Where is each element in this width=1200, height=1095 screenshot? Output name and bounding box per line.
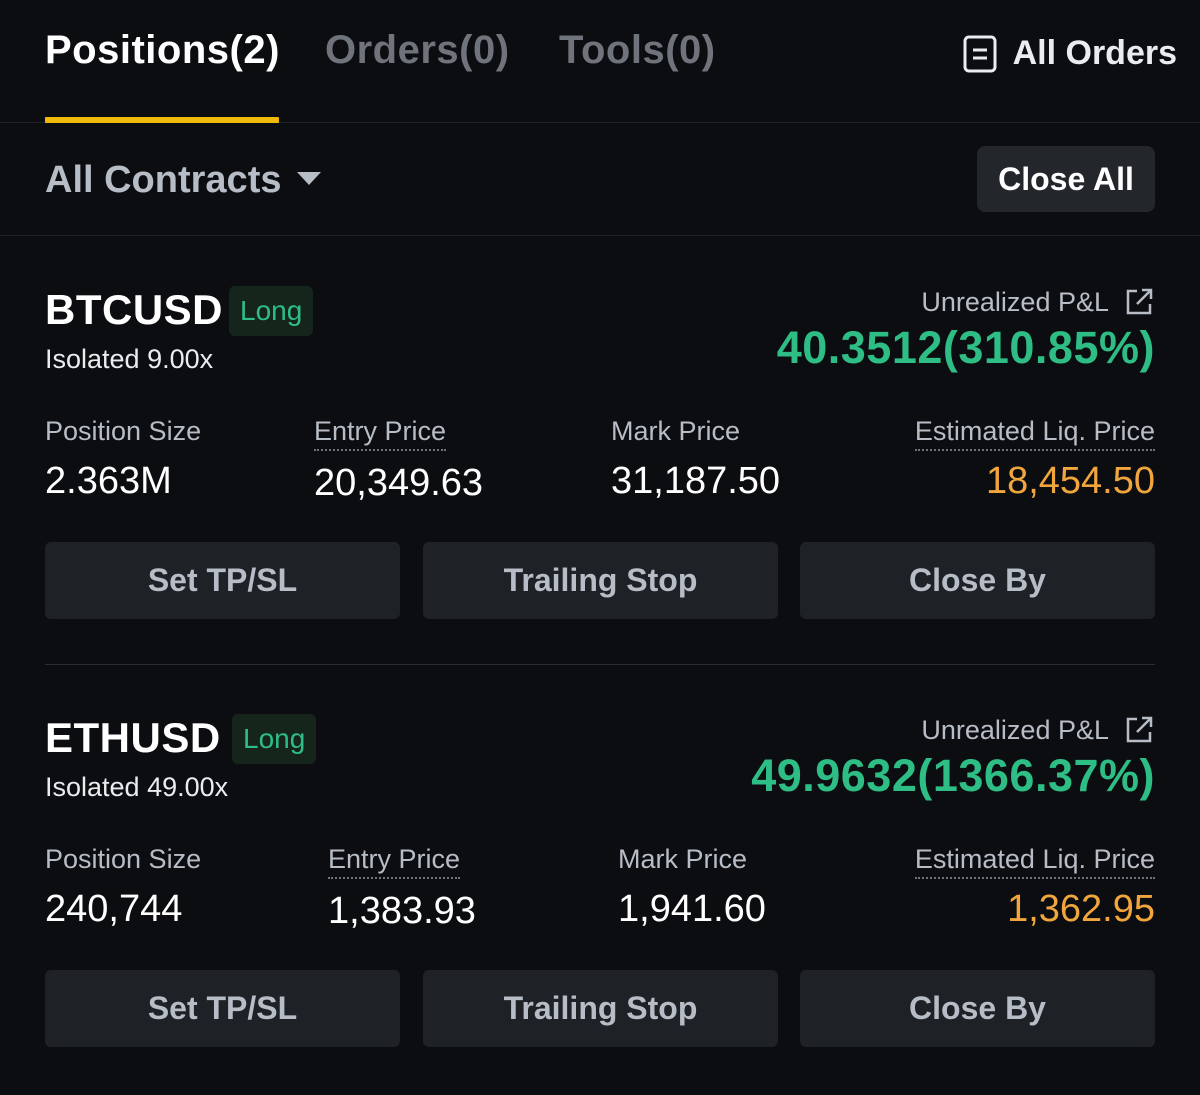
liq-price-label[interactable]: Estimated Liq. Price: [914, 416, 1155, 451]
set-tpsl-button[interactable]: Set TP/SL: [45, 970, 400, 1047]
position-card: BTCUSD Long Isolated 9.00x Unrealized P&…: [0, 250, 1200, 640]
mark-price-value: 1,941.60: [618, 888, 766, 930]
share-icon[interactable]: [1123, 714, 1155, 746]
all-orders-button[interactable]: All Orders: [963, 34, 1177, 73]
tab-positions[interactable]: Positions(2): [45, 28, 280, 73]
contracts-dropdown[interactable]: All Contracts: [45, 159, 323, 202]
card-divider: [45, 664, 1155, 665]
document-list-icon: [963, 35, 997, 73]
mark-price-label: Mark Price: [618, 844, 748, 874]
tab-orders[interactable]: Orders(0): [325, 28, 510, 73]
liq-price-label[interactable]: Estimated Liq. Price: [914, 844, 1155, 879]
unrealized-pnl-value: 40.3512(310.85%): [776, 322, 1155, 373]
close-by-button[interactable]: Close By: [800, 542, 1155, 619]
leverage-mode[interactable]: Isolated 9.00x: [45, 344, 213, 375]
position-card: ETHUSD Long Isolated 49.00x Unrealized P…: [0, 678, 1200, 1068]
share-icon[interactable]: [1123, 286, 1155, 318]
position-size-value: 2.363M: [45, 460, 172, 502]
tab-bar: Positions(2) Orders(0) Tools(0) All Orde…: [0, 0, 1200, 123]
leverage-mode[interactable]: Isolated 49.00x: [45, 772, 228, 803]
unrealized-pnl-value: 49.9632(1366.37%): [751, 750, 1155, 801]
set-tpsl-button[interactable]: Set TP/SL: [45, 542, 400, 619]
close-by-button[interactable]: Close By: [800, 970, 1155, 1047]
mark-price-label: Mark Price: [611, 416, 741, 446]
unrealized-pnl-label: Unrealized P&L: [921, 714, 1109, 745]
entry-price-label[interactable]: Entry Price: [328, 844, 461, 879]
caret-down-icon: [295, 169, 323, 192]
liq-price-value: 1,362.95: [1007, 888, 1155, 930]
side-badge: Long: [232, 714, 317, 764]
mark-price-value: 31,187.50: [611, 460, 781, 502]
position-symbol[interactable]: ETHUSD: [45, 714, 221, 762]
unrealized-pnl-label: Unrealized P&L: [921, 286, 1109, 317]
unrealized-pnl-header: Unrealized P&L: [921, 286, 1155, 318]
close-all-button[interactable]: Close All: [977, 146, 1155, 212]
position-size-label: Position Size: [45, 844, 202, 874]
tab-tools[interactable]: Tools(0): [559, 28, 716, 73]
entry-price-value: 1,383.93: [328, 890, 476, 932]
unrealized-pnl-header: Unrealized P&L: [921, 714, 1155, 746]
position-size-label: Position Size: [45, 416, 202, 446]
contracts-dropdown-label: All Contracts: [45, 159, 282, 201]
trailing-stop-button[interactable]: Trailing Stop: [423, 542, 778, 619]
entry-price-label[interactable]: Entry Price: [314, 416, 447, 451]
position-symbol[interactable]: BTCUSD: [45, 286, 223, 334]
side-badge: Long: [229, 286, 314, 336]
trailing-stop-button[interactable]: Trailing Stop: [423, 970, 778, 1047]
entry-price-value: 20,349.63: [314, 462, 484, 504]
position-size-value: 240,744: [45, 888, 183, 930]
liq-price-value: 18,454.50: [985, 460, 1155, 502]
all-orders-label: All Orders: [1012, 34, 1177, 72]
filter-row: All Contracts Close All: [0, 123, 1200, 236]
